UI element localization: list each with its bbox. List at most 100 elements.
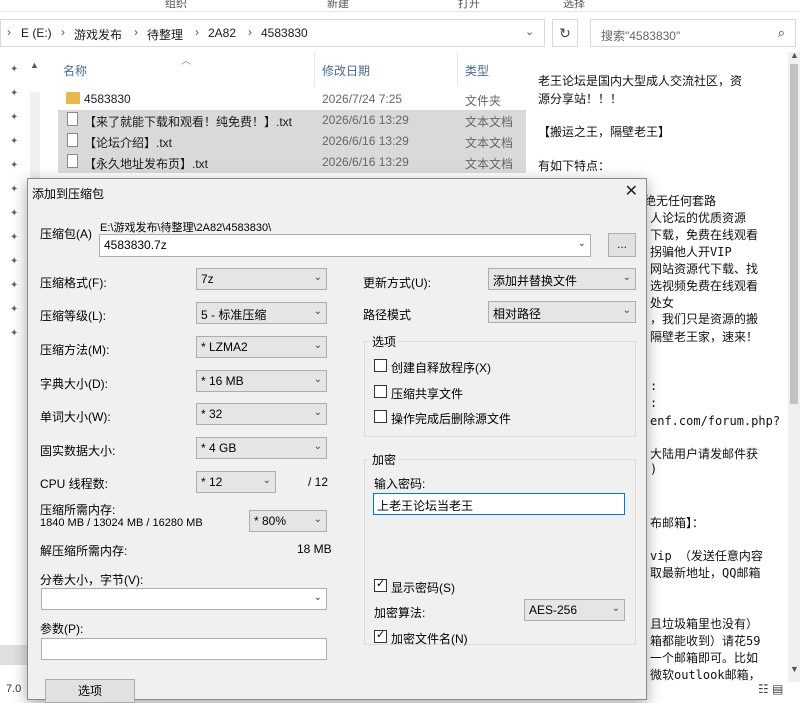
chevron-right-icon[interactable]: › xyxy=(7,25,11,39)
mem-select[interactable]: * 80% ⌄ xyxy=(249,510,327,532)
chevron-right-icon[interactable]: › xyxy=(61,25,65,39)
scrollbar-thumb[interactable] xyxy=(790,64,798,404)
chevron-down-icon[interactable]: ⌄ xyxy=(525,25,534,38)
format-value: 7z xyxy=(201,272,214,286)
options-button[interactable]: 选项 xyxy=(45,679,135,703)
scroll-up-icon[interactable]: ▲ xyxy=(30,60,39,70)
password-input[interactable]: 上老王论坛当老王 xyxy=(373,493,625,515)
enc-method-select[interactable]: AES-256 ⌄ xyxy=(524,599,625,621)
ribbon-open[interactable]: 打开 xyxy=(458,0,480,11)
address-bar[interactable]: › E (E:) › 游戏发布 › 待整理 › 2A82 › 4583830 ⌄ xyxy=(0,19,545,47)
show-password-label: 显示密码(S) xyxy=(391,581,455,595)
word-select[interactable]: * 32 ⌄ xyxy=(196,403,327,425)
pin-icon[interactable]: ✦ xyxy=(10,232,18,243)
archive-label: 压缩包(A) xyxy=(40,227,92,241)
pin-icon[interactable]: ✦ xyxy=(10,328,18,339)
mem-value: * 80% xyxy=(254,514,287,528)
sort-ascending-icon: ︿ xyxy=(181,56,191,67)
chevron-right-icon[interactable]: › xyxy=(134,25,138,39)
pin-icon[interactable]: ✦ xyxy=(10,280,18,291)
options-group-title: 选项 xyxy=(370,333,399,350)
preview-line: : xyxy=(650,379,658,393)
mem-label: 压缩所需内存: xyxy=(40,503,116,517)
pin-icon[interactable]: ✦ xyxy=(10,160,18,171)
update-select[interactable]: 添加并替换文件 ⌄ xyxy=(488,268,636,290)
breadcrumb-games[interactable]: 游戏发布 xyxy=(74,26,122,43)
pin-icon[interactable]: ✦ xyxy=(10,256,18,267)
chevron-right-icon[interactable]: › xyxy=(248,25,252,39)
encrypt-names-checkbox[interactable] xyxy=(374,628,387,643)
breadcrumb-drive[interactable]: E (E:) xyxy=(21,26,52,40)
search-icon[interactable]: ⌕ xyxy=(778,25,785,41)
decomp-value: 18 MB xyxy=(297,542,332,556)
file-row[interactable]: 【来了就能下载和观看！纯免费！】.txt 2026/6/16 13:29 文本文… xyxy=(58,110,526,131)
dict-label: 字典大小(D): xyxy=(40,377,108,391)
browse-button[interactable]: ... xyxy=(608,233,636,257)
file-row[interactable]: 【永久地址发布页】.txt 2026/6/16 13:29 文本文档 xyxy=(58,152,526,173)
format-select[interactable]: 7z ⌄ xyxy=(196,268,327,290)
cpu-total: / 12 xyxy=(308,475,329,489)
solid-label: 固实数据大小: xyxy=(40,444,116,458)
cpu-select[interactable]: * 12 ⌄ xyxy=(196,471,276,493)
file-date: 2026/6/16 13:29 xyxy=(322,155,409,169)
level-select[interactable]: 5 - 标准压缩 ⌄ xyxy=(196,302,327,324)
path-mode-select[interactable]: 相对路径 ⌄ xyxy=(488,301,636,323)
close-icon[interactable]: ✕ xyxy=(625,181,638,201)
cpu-label: CPU 线程数: xyxy=(40,477,109,491)
scroll-down-icon[interactable]: ▼ xyxy=(790,664,799,674)
enc-method-label: 加密算法: xyxy=(374,606,426,620)
pin-icon[interactable]: ✦ xyxy=(10,184,18,195)
pin-icon[interactable]: ✦ xyxy=(10,88,18,99)
update-value: 添加并替换文件 xyxy=(493,274,578,288)
nav-highlight xyxy=(0,645,30,665)
breadcrumb-2a82[interactable]: 2A82 xyxy=(208,26,236,40)
ribbon-select[interactable]: 选择 xyxy=(563,0,585,11)
pin-icon[interactable]: ✦ xyxy=(10,136,18,147)
preview-line: 取最新地址，QQ邮箱 xyxy=(650,566,761,580)
shared-checkbox[interactable] xyxy=(374,385,387,398)
refresh-button[interactable]: ↻ xyxy=(552,19,578,47)
chevron-down-icon: ⌄ xyxy=(313,514,322,525)
preview-scrollbar[interactable]: ▲ ▼ xyxy=(788,50,800,682)
preview-line: vip （发送任意内容 xyxy=(650,549,763,563)
scroll-up-icon[interactable]: ▲ xyxy=(790,50,799,60)
chevron-right-icon[interactable]: › xyxy=(195,25,199,39)
file-row[interactable]: 【论坛介绍】.txt 2026/6/16 13:29 文本文档 xyxy=(58,131,526,152)
file-row[interactable]: 4583830 2026/7/24 7:25 文件夹 xyxy=(58,89,526,110)
breadcrumb-pending[interactable]: 待整理 xyxy=(147,26,183,43)
chevron-down-icon[interactable]: ⌄ xyxy=(314,592,322,603)
password-label: 输入密码: xyxy=(374,477,426,491)
pin-icon[interactable]: ✦ xyxy=(10,304,18,315)
dict-select[interactable]: * 16 MB ⌄ xyxy=(196,370,327,392)
text-file-icon xyxy=(67,154,78,168)
encryption-group-title: 加密 xyxy=(370,451,399,468)
text-file-icon xyxy=(67,133,78,147)
details-view-icon[interactable]: ☷ ▤ xyxy=(758,682,783,696)
sfx-checkbox[interactable] xyxy=(374,359,387,372)
column-header-type[interactable]: 类型 xyxy=(465,62,489,79)
split-select[interactable]: ⌄ xyxy=(41,588,327,610)
search-input[interactable]: 搜索"4583830" ⌕ xyxy=(590,19,796,47)
params-input[interactable] xyxy=(41,638,327,660)
method-select[interactable]: * LZMA2 ⌄ xyxy=(196,336,327,358)
word-label: 单词大小(W): xyxy=(40,410,111,424)
pin-icon[interactable]: ✦ xyxy=(10,112,18,123)
column-header-date[interactable]: 修改日期 xyxy=(322,62,370,79)
breadcrumb-current[interactable]: 4583830 xyxy=(261,26,308,40)
column-divider[interactable] xyxy=(457,52,458,86)
show-password-checkbox[interactable] xyxy=(374,577,387,592)
archive-name-input[interactable]: 4583830.7z ⌄ xyxy=(99,234,591,257)
pin-icon[interactable]: ✦ xyxy=(10,64,18,75)
ribbon-new[interactable]: 新建 xyxy=(327,0,349,11)
chevron-down-icon[interactable]: ⌄ xyxy=(578,238,586,249)
chevron-down-icon: ⌄ xyxy=(262,475,271,486)
text-file-icon xyxy=(67,112,78,126)
column-header-name[interactable]: 名称 xyxy=(63,62,87,79)
delete-checkbox[interactable] xyxy=(374,410,387,423)
preview-line: 处女 xyxy=(650,296,675,310)
solid-select[interactable]: * 4 GB ⌄ xyxy=(196,437,327,459)
ribbon-organize[interactable]: 组织 xyxy=(165,0,187,11)
column-divider[interactable] xyxy=(314,52,315,86)
file-name: 【永久地址发布页】.txt xyxy=(84,157,209,171)
pin-icon[interactable]: ✦ xyxy=(10,208,18,219)
